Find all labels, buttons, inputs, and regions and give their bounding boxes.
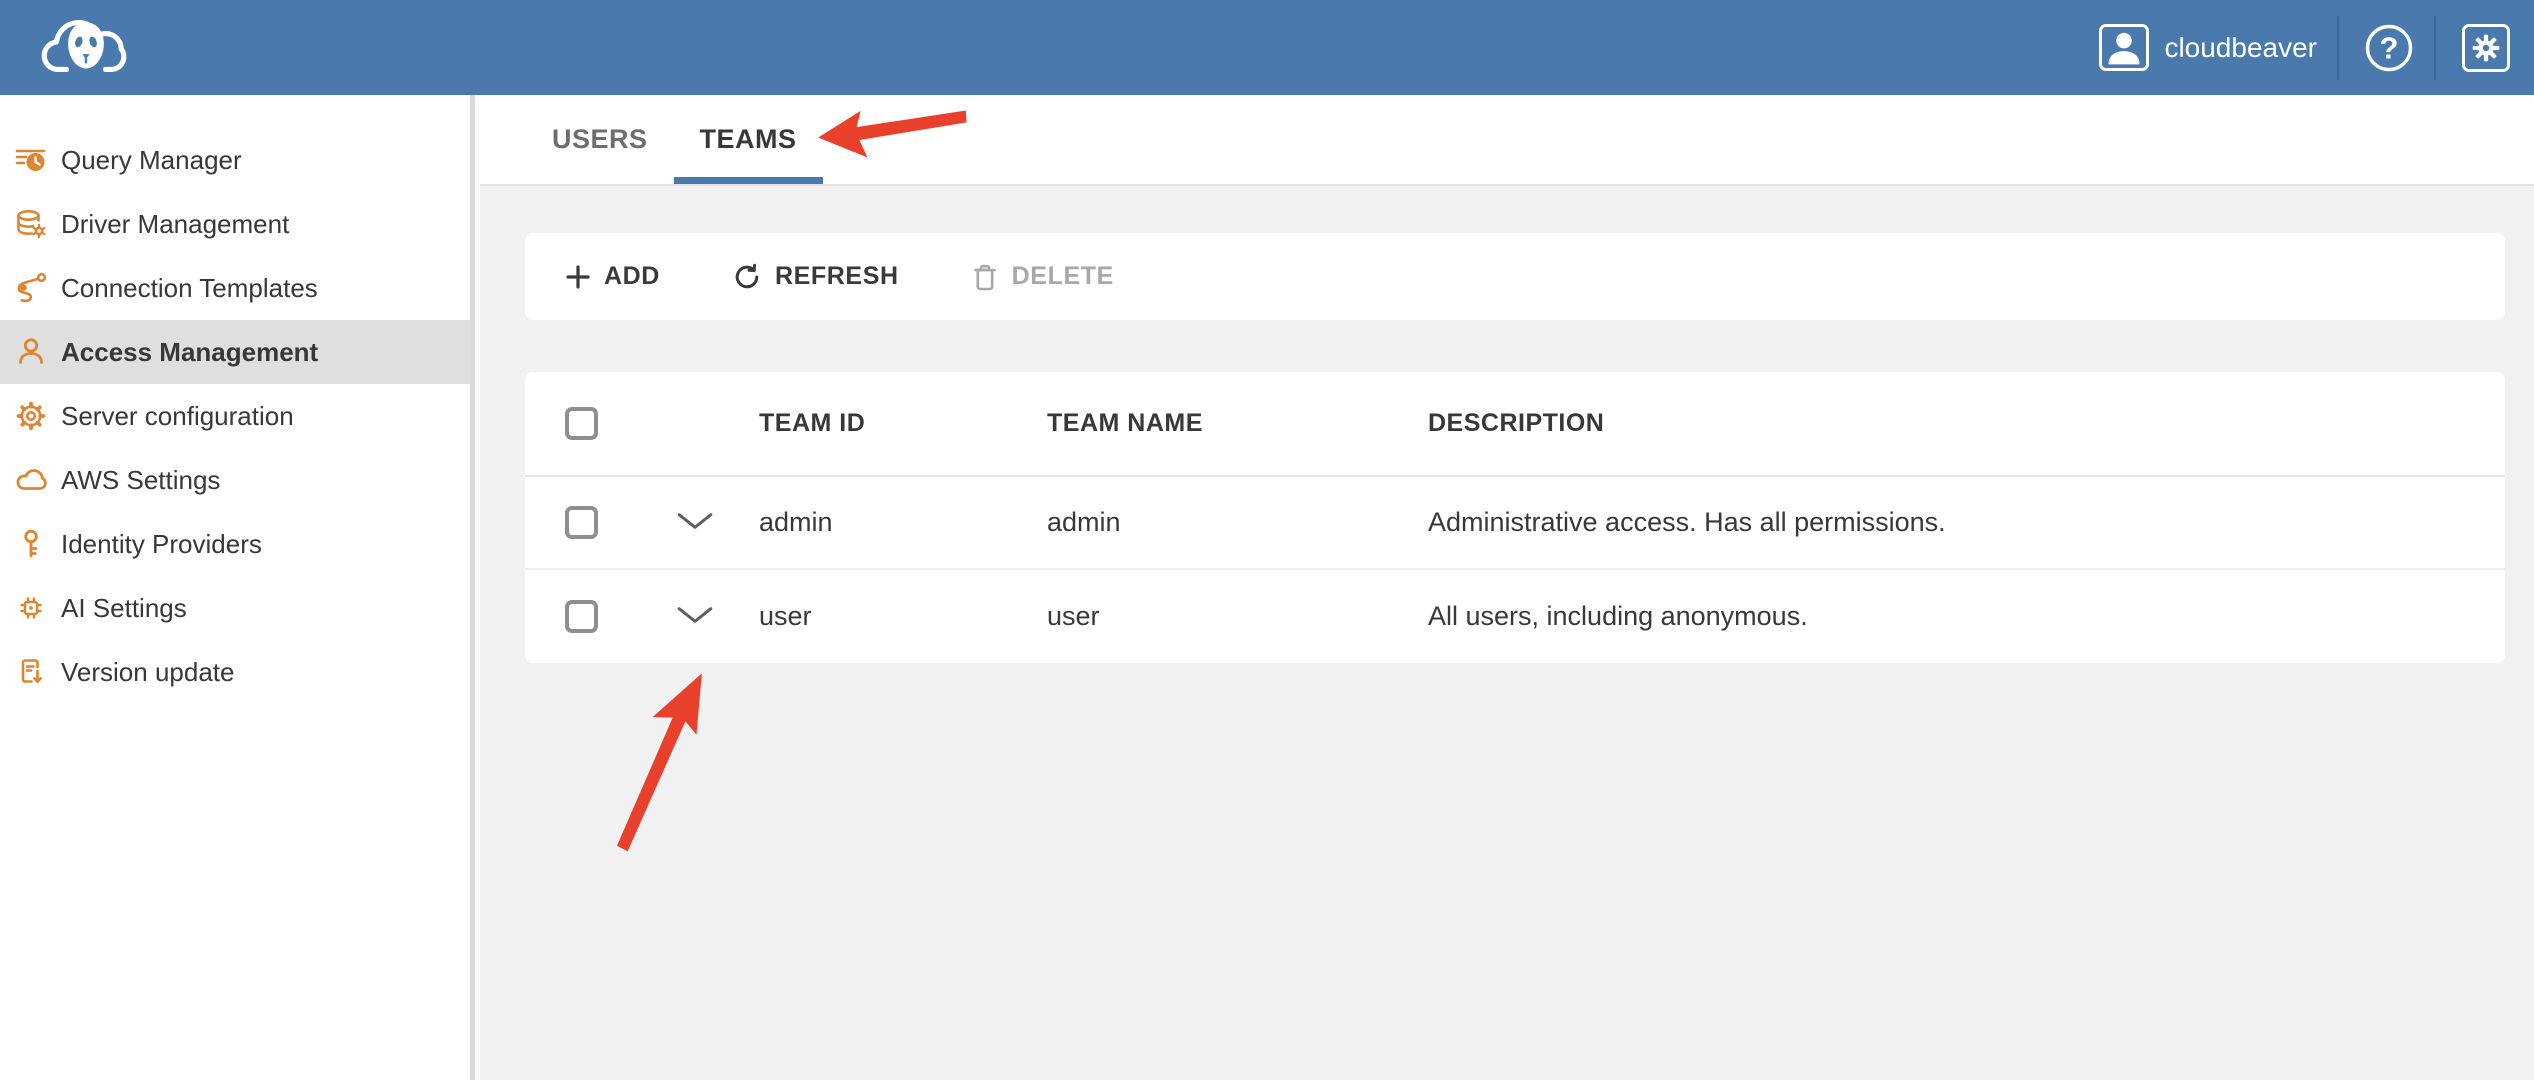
- cell-description: All users, including anonymous.: [1428, 601, 2505, 632]
- sidebar-item-aws-settings[interactable]: AWS Settings: [0, 448, 470, 512]
- admin-sidebar: Query Manager Driver Management: [0, 95, 475, 1080]
- settings-button[interactable]: [2462, 24, 2510, 72]
- sidebar-item-identity-providers[interactable]: Identity Providers: [0, 512, 470, 576]
- table-row-admin[interactable]: admin admin Administrative access. Has a…: [525, 477, 2505, 570]
- column-header-team-name: TEAM NAME: [1047, 409, 1428, 438]
- cloudbeaver-logo: [36, 11, 138, 81]
- cell-team-name: admin: [1047, 507, 1428, 538]
- user-avatar-icon: [2099, 24, 2149, 71]
- identity-key-icon: [14, 527, 48, 561]
- sidebar-item-label: Connection Templates: [61, 273, 318, 304]
- sidebar-item-label: Query Manager: [61, 145, 242, 176]
- tab-bar: USERS TEAMS: [480, 95, 2534, 186]
- connection-templates-icon: [14, 271, 48, 305]
- driver-management-icon: [14, 207, 48, 241]
- sidebar-item-label: Identity Providers: [61, 529, 262, 560]
- top-bar: cloudbeaver ?: [0, 0, 2534, 95]
- top-bar-actions: cloudbeaver ?: [2099, 0, 2510, 95]
- sidebar-item-label: Version update: [61, 657, 234, 688]
- version-update-icon: [14, 655, 48, 689]
- sidebar-item-label: Driver Management: [61, 209, 289, 240]
- cell-description: Administrative access. Has all permissio…: [1428, 507, 2505, 538]
- teams-table: TEAM ID TEAM NAME DESCRIPTION admin admi…: [525, 372, 2505, 663]
- table-header-row: TEAM ID TEAM NAME DESCRIPTION: [525, 372, 2505, 477]
- access-management-icon: [14, 335, 48, 369]
- trash-icon: [971, 262, 999, 292]
- row-checkbox[interactable]: [565, 600, 598, 633]
- sidebar-item-access-management[interactable]: Access Management: [0, 320, 470, 384]
- sidebar-item-label: Server configuration: [61, 401, 294, 432]
- sidebar-item-query-manager[interactable]: Query Manager: [0, 128, 470, 192]
- expand-row-chevron-icon[interactable]: [676, 511, 714, 531]
- help-icon: ?: [2364, 23, 2414, 73]
- access-management-panel: USERS TEAMS ADD REFRESH: [480, 95, 2534, 1080]
- aws-cloud-icon: [14, 463, 48, 497]
- column-header-description: DESCRIPTION: [1428, 409, 2505, 438]
- sidebar-item-label: Access Management: [61, 337, 318, 368]
- top-bar-divider: [2434, 16, 2436, 80]
- help-button[interactable]: ?: [2364, 23, 2414, 73]
- svg-text:?: ?: [2380, 30, 2399, 65]
- sidebar-item-label: AI Settings: [61, 593, 187, 624]
- query-manager-icon: [14, 143, 48, 177]
- ai-chip-icon: [14, 591, 48, 625]
- select-all-checkbox[interactable]: [565, 407, 598, 440]
- cell-team-name: user: [1047, 601, 1428, 632]
- expand-row-chevron-icon[interactable]: [676, 605, 714, 625]
- settings-gear-icon: [2470, 32, 2502, 64]
- delete-button[interactable]: DELETE: [971, 262, 1114, 292]
- column-header-team-id: TEAM ID: [759, 409, 1047, 438]
- user-menu[interactable]: cloudbeaver: [2099, 24, 2317, 71]
- tab-teams[interactable]: TEAMS: [674, 95, 823, 184]
- cell-team-id: admin: [759, 507, 1047, 538]
- sidebar-item-label: AWS Settings: [61, 465, 220, 496]
- top-bar-divider: [2337, 16, 2339, 80]
- sidebar-item-driver-management[interactable]: Driver Management: [0, 192, 470, 256]
- add-team-button[interactable]: ADD: [565, 262, 660, 291]
- teams-toolbar: ADD REFRESH DELETE: [525, 233, 2505, 320]
- sidebar-item-connection-templates[interactable]: Connection Templates: [0, 256, 470, 320]
- user-name: cloudbeaver: [2164, 32, 2317, 64]
- table-row-user[interactable]: user user All users, including anonymous…: [525, 570, 2505, 663]
- sidebar-item-ai-settings[interactable]: AI Settings: [0, 576, 470, 640]
- refresh-icon: [732, 262, 762, 292]
- sidebar-item-version-update[interactable]: Version update: [0, 640, 470, 704]
- server-configuration-icon: [14, 399, 48, 433]
- cloudbeaver-admin-window: cloudbeaver ?: [0, 0, 2534, 1080]
- tab-users[interactable]: USERS: [526, 95, 674, 184]
- refresh-button[interactable]: REFRESH: [732, 262, 899, 292]
- row-checkbox[interactable]: [565, 506, 598, 539]
- sidebar-item-server-configuration[interactable]: Server configuration: [0, 384, 470, 448]
- cell-team-id: user: [759, 601, 1047, 632]
- plus-icon: [565, 264, 591, 290]
